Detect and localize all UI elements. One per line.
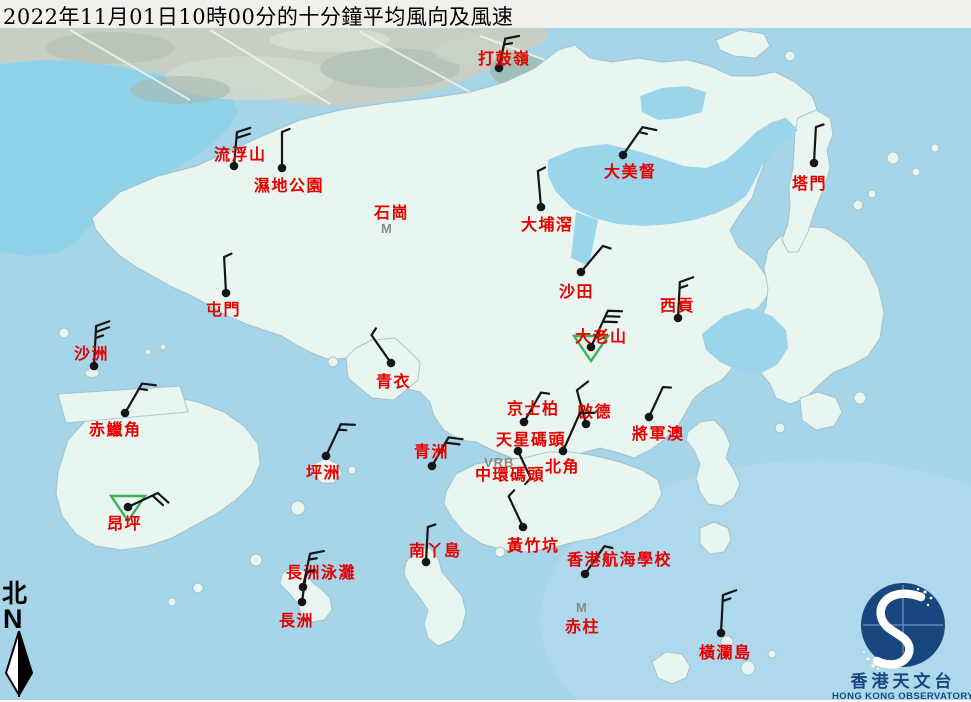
station-tuen-mun: 屯門 — [206, 254, 241, 319]
station-label: 赤鱲角 — [89, 420, 142, 439]
station-dot — [537, 203, 546, 212]
station-label: 長洲泳灘 — [286, 563, 356, 582]
station-green-island: 青洲 — [414, 433, 463, 473]
station-label: 濕地公園 — [254, 176, 324, 195]
station-stanley: 赤柱 M — [565, 600, 600, 636]
station-cheung-chau-beach: 長洲泳灘 — [286, 548, 356, 591]
station-label: 黃竹坑 — [506, 536, 560, 555]
station-label: 沙田 — [559, 283, 594, 301]
station-dot — [428, 462, 437, 471]
station-shek-kong: 石崗M — [373, 203, 409, 236]
station-label: 南丫島 — [409, 541, 462, 560]
station-tai-mei-tuk: 大美督 — [604, 123, 657, 181]
wind-barb — [581, 244, 611, 277]
station-dot — [298, 598, 307, 607]
station-kai-tak: 啟德 — [576, 382, 612, 429]
wind-barb — [125, 379, 156, 420]
station-dot — [121, 409, 130, 418]
station-dot — [222, 289, 231, 298]
station-peng-chau: 坪洲 — [306, 419, 355, 482]
station-label: 北角 — [545, 457, 580, 476]
station-dot — [278, 164, 287, 173]
station-dot — [520, 418, 529, 427]
status-text: VRB — [484, 455, 514, 470]
station-dot — [645, 413, 654, 422]
station-label: 大美督 — [604, 162, 657, 181]
station-label: 塔門 — [792, 174, 827, 193]
status-text: M — [381, 221, 393, 236]
station-tai-po-kau: 大埔滘 — [521, 167, 574, 234]
station-dot — [581, 570, 590, 579]
wind-barb — [282, 129, 290, 168]
station-label: 赤柱 — [565, 617, 600, 636]
station-label: 西貢 — [660, 297, 695, 315]
wind-barb — [721, 590, 736, 634]
station-lamma-island: 南丫島 — [409, 524, 462, 566]
station-dot — [387, 359, 396, 368]
station-label: 沙洲 — [74, 345, 109, 363]
station-dot — [717, 629, 726, 638]
station-label: 大埔滘 — [521, 215, 574, 234]
north-arrow-icon — [2, 631, 36, 697]
station-label: 橫瀾島 — [699, 643, 752, 662]
station-hk-sea-school: 香港航海學校 — [566, 544, 672, 579]
station-dot — [619, 151, 628, 160]
station-chek-lap-kok: 赤鱲角 — [89, 379, 156, 439]
station-label: 香港航海學校 — [566, 550, 672, 569]
wind-barb — [326, 419, 355, 461]
station-dot — [810, 159, 819, 168]
station-central-pier: 中環碼頭VRB — [475, 455, 545, 484]
wind-barb — [370, 328, 397, 363]
station-dot — [559, 447, 568, 456]
station-tsing-yi: 青衣 — [370, 328, 411, 391]
station-label: 石崗 — [373, 203, 409, 222]
station-dot — [519, 523, 528, 532]
station-ta-kwu-ling: 打鼓嶺 — [478, 33, 531, 72]
station-label: 屯門 — [206, 300, 241, 319]
station-label: 啟德 — [577, 402, 612, 421]
station-ngong-ping: 昂坪 — [107, 491, 168, 533]
station-label: 昂坪 — [107, 515, 142, 533]
station-kings-park: 京士柏 — [507, 390, 560, 426]
station-dot — [322, 452, 331, 461]
station-lau-fau-shan: 流浮山 — [214, 127, 267, 171]
station-tseung-kwan-o: 將軍澳 — [632, 384, 685, 443]
station-label: 長洲 — [279, 612, 314, 630]
station-tap-mun: 塔門 — [792, 124, 827, 193]
station-label: 流浮山 — [214, 145, 267, 164]
station-label: 坪洲 — [306, 464, 341, 482]
wind-barb — [814, 124, 824, 163]
station-sha-chau: 沙洲 — [74, 321, 109, 371]
compass-north-en: N — [3, 607, 42, 631]
stations-layer: 打鼓嶺流浮山濕地公園石崗M大美督塔門大埔滘屯門沙田西貢大老山沙洲青衣赤鱲角坪洲青… — [0, 0, 971, 700]
station-label: 天星碼頭 — [496, 431, 566, 449]
station-label: 大老山 — [575, 327, 628, 346]
station-label: 打鼓嶺 — [478, 49, 531, 68]
station-sha-tin: 沙田 — [559, 244, 611, 301]
station-tates-cairn: 大老山 — [574, 306, 628, 361]
station-label: 將軍澳 — [632, 424, 685, 443]
station-label: 青洲 — [414, 442, 449, 461]
station-waglan-island: 橫瀾島 — [699, 590, 752, 662]
wind-barb — [623, 123, 656, 163]
status-text: M — [576, 600, 588, 615]
station-sai-kung: 西貢 — [660, 277, 695, 323]
station-wong-chuk-hang: 黃竹坑 — [506, 490, 560, 555]
wind-barb — [224, 254, 234, 293]
station-dot — [577, 268, 586, 277]
north-compass: 北 N — [2, 581, 42, 702]
wind-barb — [538, 167, 549, 207]
map-title: 2022年11月01日10時00分的十分鐘平均風向及風速 — [3, 1, 513, 31]
station-label: 京士柏 — [507, 399, 560, 418]
wind-barb — [507, 490, 529, 527]
station-dot — [124, 503, 133, 512]
station-label: 青衣 — [376, 372, 411, 391]
